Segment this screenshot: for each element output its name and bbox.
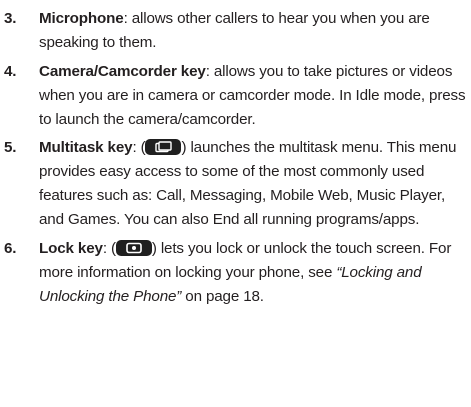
item-description-tail: on page 18. bbox=[181, 287, 264, 305]
item-number: 6. bbox=[4, 239, 17, 257]
item-term: Camera/Camcorder key bbox=[39, 62, 206, 80]
manual-page: 3. Microphone: allows other callers to h… bbox=[0, 0, 471, 407]
multitask-key-icon bbox=[145, 139, 182, 155]
item-term: Multitask key bbox=[39, 139, 133, 156]
list-item-camera-key: 4. Camera/Camcorder key: allows you to t… bbox=[0, 60, 471, 132]
lock-key-icon bbox=[115, 239, 152, 256]
item-term: Lock key bbox=[39, 239, 103, 257]
list-item-multitask-key: 5. Multitask key: ( ) launches the multi… bbox=[0, 136, 471, 232]
key-description-list: 3. Microphone: allows other callers to h… bbox=[0, 7, 471, 313]
item-description-pre: : ( bbox=[102, 239, 116, 257]
list-item-lock-key: 6. Lock key: ( ) lets you lock or unlock… bbox=[0, 237, 471, 309]
list-item-microphone: 3. Microphone: allows other callers to h… bbox=[0, 7, 471, 55]
item-term: Microphone bbox=[39, 10, 124, 27]
item-description-pre: : ( bbox=[132, 139, 146, 156]
item-number: 4. bbox=[4, 62, 17, 80]
item-number: 5. bbox=[4, 139, 17, 156]
item-number: 3. bbox=[4, 10, 17, 27]
